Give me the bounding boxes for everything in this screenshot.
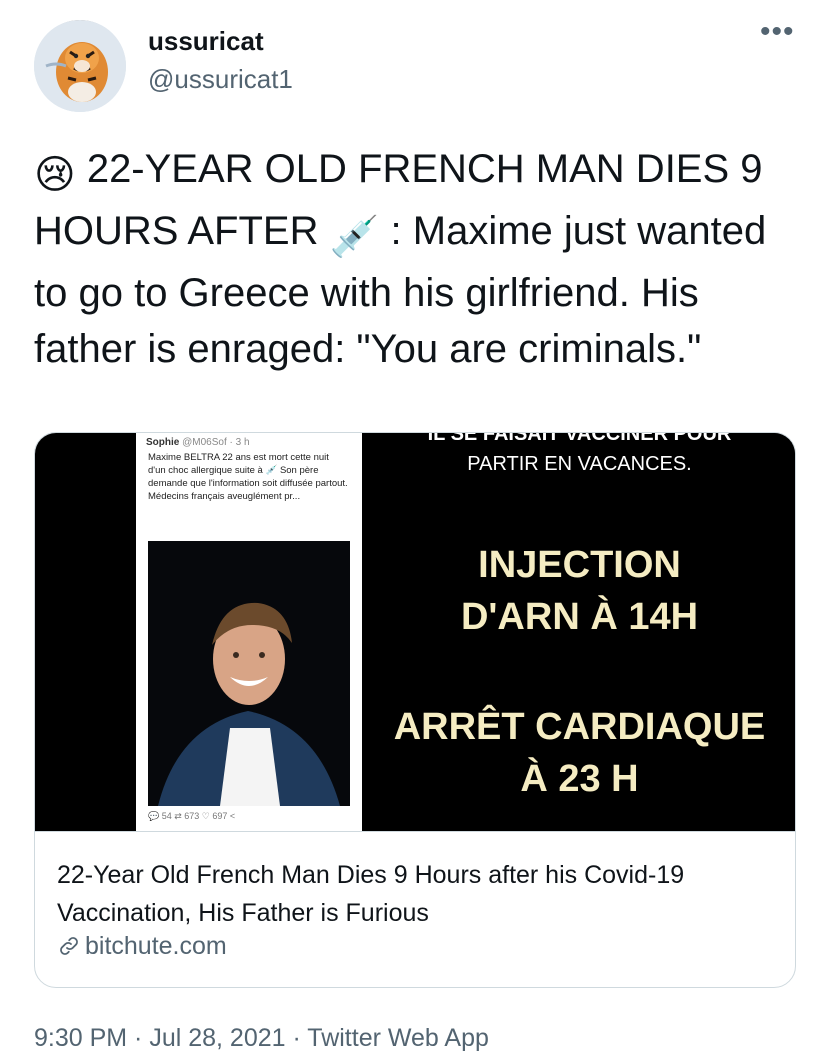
link-card[interactable]: Sophie @M06Sof · 3 h Maxime BELTRA 22 an… (34, 432, 796, 988)
embedded-tweet-screenshot: Sophie @M06Sof · 3 h Maxime BELTRA 22 an… (136, 433, 362, 831)
more-icon[interactable]: ••• (760, 17, 795, 47)
syringe-emoji: 💉 (329, 215, 380, 259)
display-name[interactable]: ussuricat (148, 26, 264, 57)
sad-face-emoji: 😢 (34, 153, 76, 197)
vacation-text: PARTIR EN VACANCES. (467, 453, 692, 475)
tweet-timestamp[interactable]: 9:30 PM · Jul 28, 2021 · Twitter Web App (34, 1024, 489, 1053)
tiger-avatar-image (34, 20, 126, 112)
card-link[interactable]: bitchute.com (57, 932, 227, 961)
cardiac-arrest-text-1: ARRÊT CARDIAQUE (393, 706, 766, 748)
screenshot-text: Maxime BELTRA 22 ans est mort cette nuit… (148, 452, 348, 502)
card-image[interactable]: Sophie @M06Sof · 3 h Maxime BELTRA 22 an… (35, 432, 795, 831)
tweet-header: ussuricat @ussuricat1 ••• (0, 0, 828, 120)
card-body[interactable]: 22-Year Old French Man Dies 9 Hours afte… (35, 831, 795, 987)
screenshot-author-meta: @M06Sof · 3 h (182, 437, 250, 448)
screenshot-author-name: Sophie (146, 437, 180, 448)
tweet-text: 😢 22-YEAR OLD FRENCH MAN DIES 9 HOURS AF… (34, 141, 804, 377)
man-photo (148, 541, 350, 806)
cardiac-arrest-text-2: À 23 H (520, 758, 639, 800)
injection-text-1: INJECTION (478, 544, 681, 586)
screenshot-actions: 💬 54 ⇄ 673 ♡ 697 < (148, 811, 236, 821)
injection-text-2: D'ARN À 14H (460, 596, 699, 638)
avatar[interactable] (34, 20, 126, 112)
card-title[interactable]: 22-Year Old French Man Dies 9 Hours afte… (57, 856, 767, 932)
card-domain: bitchute.com (85, 932, 227, 960)
screenshot-author: Sophie @M06Sof · 3 h (146, 437, 250, 448)
caption-panel: IL SE FAISAIT VACCINER POUR PARTIR EN VA… (362, 432, 795, 831)
link-icon (60, 937, 78, 955)
cut-off-headline: IL SE FAISAIT VACCINER POUR (427, 432, 732, 445)
user-handle[interactable]: @ussuricat1 (148, 64, 293, 95)
